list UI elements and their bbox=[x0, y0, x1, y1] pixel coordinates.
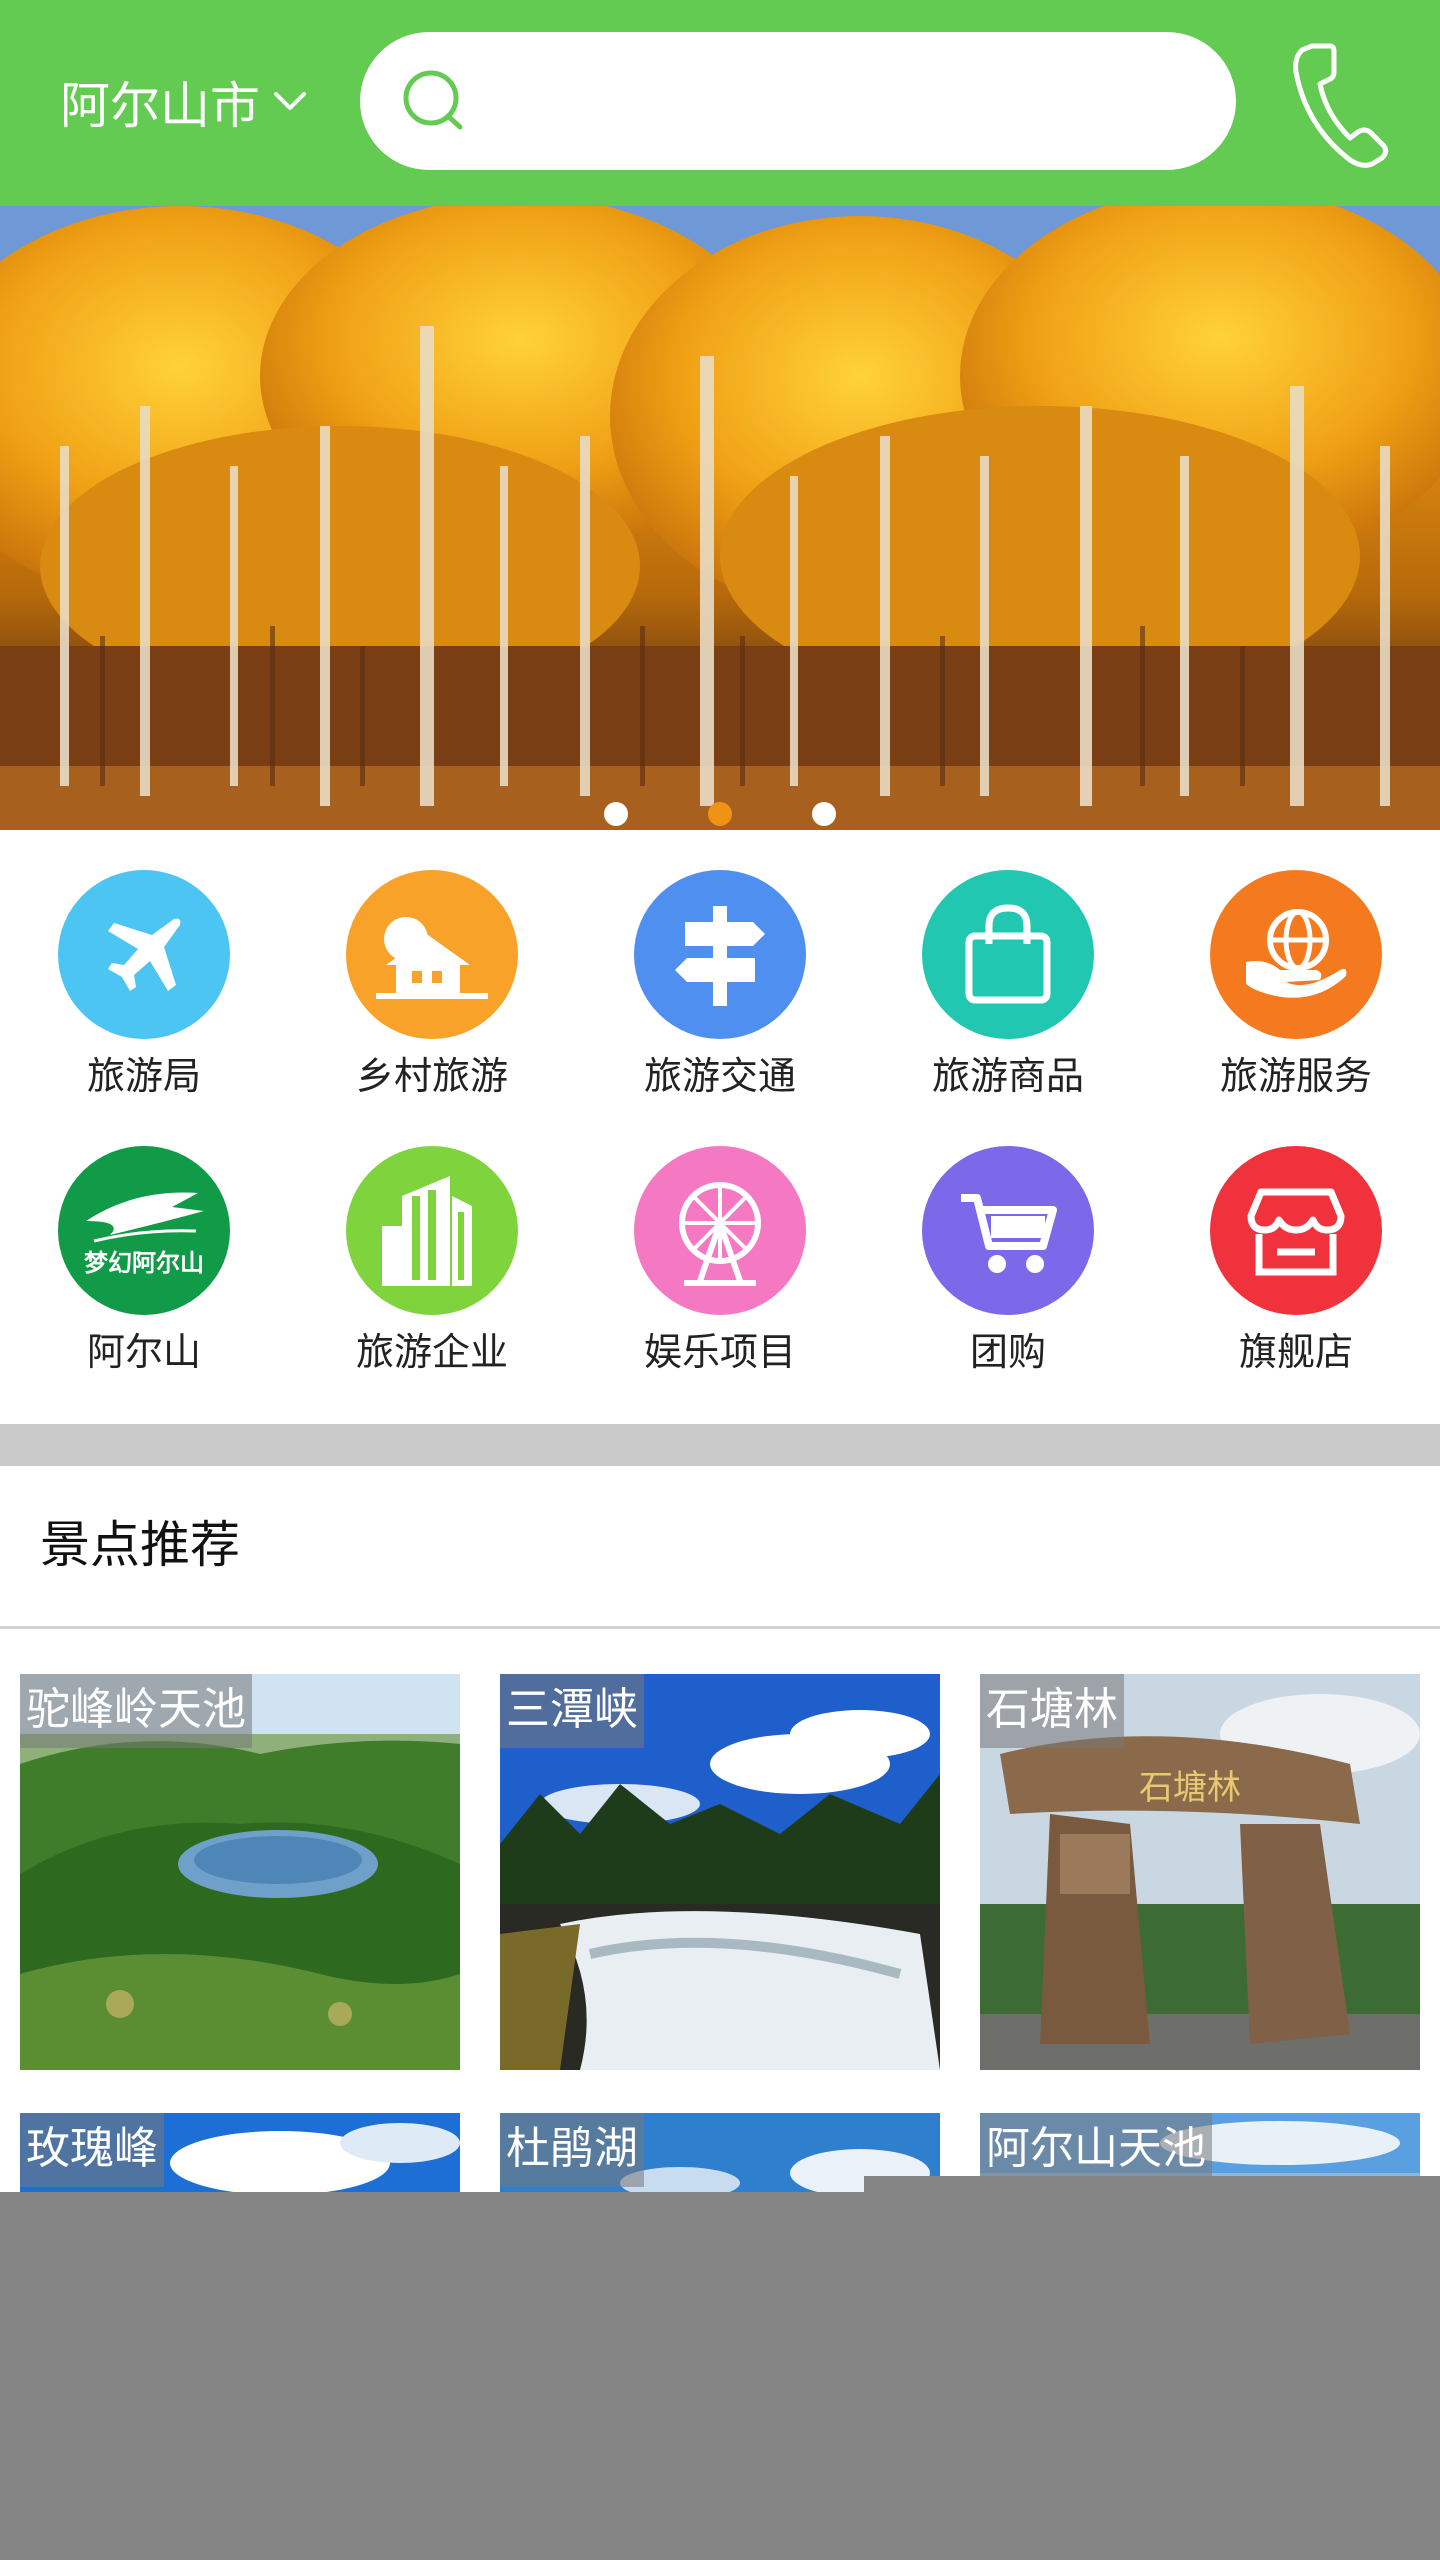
carousel-dot[interactable] bbox=[812, 802, 836, 826]
store-icon bbox=[1210, 1146, 1382, 1315]
carousel-dot[interactable] bbox=[604, 802, 628, 826]
section-title: 景点推荐 bbox=[40, 1516, 240, 1574]
category-group-buy[interactable]: 团购 bbox=[864, 1106, 1152, 1376]
banner-carousel[interactable] bbox=[0, 206, 1440, 830]
category-label: 旅游局 bbox=[86, 1054, 201, 1098]
airplane-icon bbox=[58, 870, 230, 1039]
category-transport[interactable]: 旅游交通 bbox=[576, 830, 864, 1100]
search-box[interactable] bbox=[360, 32, 1236, 170]
category-label: 旅游服务 bbox=[1219, 1054, 1372, 1098]
carousel-indicator bbox=[0, 802, 1440, 826]
chevron-down-icon bbox=[274, 92, 306, 110]
attraction-name: 玫瑰峰 bbox=[20, 2113, 164, 2187]
logo-text: 梦幻阿尔山 bbox=[84, 1249, 204, 1277]
category-label: 旅游企业 bbox=[355, 1330, 508, 1374]
category-tourism-bureau[interactable]: 旅游局 bbox=[0, 830, 288, 1100]
carousel-dot-active[interactable] bbox=[708, 802, 732, 826]
cart-icon bbox=[922, 1146, 1094, 1315]
search-icon bbox=[403, 70, 463, 130]
category-label: 旅游商品 bbox=[931, 1054, 1084, 1098]
section-underline bbox=[0, 1626, 1440, 1629]
category-entertainment[interactable]: 娱乐项目 bbox=[576, 1106, 864, 1376]
category-label: 乡村旅游 bbox=[355, 1054, 508, 1098]
bottom-overlay bbox=[0, 2192, 1440, 2560]
category-arxan[interactable]: 梦幻阿尔山 阿尔山 bbox=[0, 1106, 288, 1376]
attraction-name: 驼峰岭天池 bbox=[20, 1674, 252, 1748]
city-name: 阿尔山市 bbox=[60, 77, 260, 135]
category-label: 团购 bbox=[969, 1330, 1046, 1374]
section-divider bbox=[0, 1424, 1440, 1466]
category-goods[interactable]: 旅游商品 bbox=[864, 830, 1152, 1100]
category-label: 阿尔山 bbox=[86, 1330, 201, 1374]
attraction-card[interactable]: 玫瑰峰 bbox=[20, 2113, 460, 2203]
globe-service-icon bbox=[1210, 870, 1382, 1039]
category-flagship-store[interactable]: 旗舰店 bbox=[1152, 1106, 1440, 1376]
category-enterprise[interactable]: 旅游企业 bbox=[288, 1106, 576, 1376]
shopping-bag-icon bbox=[922, 870, 1094, 1039]
category-label: 娱乐项目 bbox=[643, 1330, 796, 1374]
attraction-card[interactable]: 三潭峡 bbox=[500, 1674, 940, 2070]
building-icon bbox=[346, 1146, 518, 1315]
category-rural-tourism[interactable]: 乡村旅游 bbox=[288, 830, 576, 1100]
phone-icon[interactable] bbox=[1290, 38, 1390, 168]
category-label: 旅游交通 bbox=[643, 1054, 796, 1098]
top-bar: 阿尔山市 bbox=[0, 0, 1440, 206]
attraction-card[interactable]: 驼峰岭天池 bbox=[20, 1674, 460, 2070]
monument-inscription: 石塘林 bbox=[1139, 1768, 1241, 1808]
search-input[interactable] bbox=[490, 75, 1190, 127]
city-selector[interactable]: 阿尔山市 bbox=[60, 62, 310, 142]
dream-arxan-logo: 梦幻阿尔山 bbox=[58, 1146, 230, 1315]
banner-image bbox=[0, 206, 1440, 830]
attraction-name: 石塘林 bbox=[980, 1674, 1124, 1748]
attraction-name: 杜鹃湖 bbox=[500, 2113, 644, 2187]
category-label: 旗舰店 bbox=[1238, 1330, 1353, 1374]
app-screen: 阿尔山市 旅游局 乡村旅游 旅游交通 旅游商品 旅游服务 梦幻阿尔山 阿尔山 旅… bbox=[0, 0, 1440, 2560]
attraction-name: 三潭峡 bbox=[500, 1674, 644, 1748]
category-services[interactable]: 旅游服务 bbox=[1152, 830, 1440, 1100]
house-icon bbox=[346, 870, 518, 1039]
ferris-wheel-icon bbox=[634, 1146, 806, 1315]
attraction-card[interactable]: 石塘林 石塘林 bbox=[980, 1674, 1420, 2070]
category-grid: 旅游局 乡村旅游 旅游交通 旅游商品 旅游服务 梦幻阿尔山 阿尔山 旅游企业 娱… bbox=[0, 830, 1440, 1424]
signpost-icon bbox=[634, 870, 806, 1039]
